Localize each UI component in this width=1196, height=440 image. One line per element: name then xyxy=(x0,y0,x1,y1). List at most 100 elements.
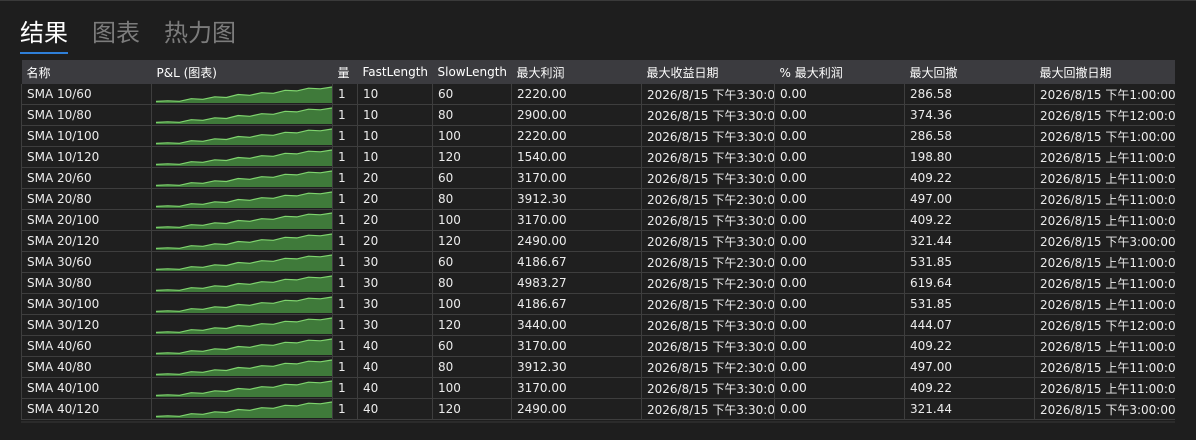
max-drawdown-date-cell: 2026/8/15 上午11:00:00 xyxy=(1034,251,1175,273)
name-cell: SMA 20/80 xyxy=(21,188,152,210)
table-row[interactable]: SMA 40/80 1 40 80 3912.30 2026/8/15 下午2:30:00… xyxy=(21,356,1175,378)
column-header-pnl-chart[interactable]: P&L (图表) xyxy=(151,60,333,84)
table-body: SMA 10/60 1 10 60 2220.00 2026/8/15 下午3:30:00… xyxy=(21,84,1175,420)
column-header-max-profit-date[interactable]: 最大收益日期 xyxy=(641,60,775,84)
quantity-cell: 1 xyxy=(332,167,358,189)
column-header-max-drawdown-date[interactable]: 最大回撤日期 xyxy=(1034,60,1175,84)
table-row[interactable]: SMA 40/60 1 40 60 3170.00 2026/8/15 下午3:30:00… xyxy=(21,335,1175,357)
results-grid[interactable]: 名称 P&L (图表) 量 FastLength SlowLength 最大利润… xyxy=(21,60,1175,423)
max-profit-date-cell: 2026/8/15 下午2:30:00 xyxy=(641,272,775,294)
max-profit-cell: 1540.00 xyxy=(511,146,642,168)
max-drawdown-cell: 286.58 xyxy=(904,125,1035,147)
max-drawdown-date-cell: 2026/8/15 上午11:00:00 xyxy=(1034,146,1175,168)
max-profit-cell: 2900.00 xyxy=(511,104,642,126)
max-profit-date-cell: 2026/8/15 下午2:30:00 xyxy=(641,251,775,273)
max-profit-cell: 3912.30 xyxy=(511,356,642,378)
pnl-sparkline-cell xyxy=(151,230,333,252)
max-drawdown-cell: 409.22 xyxy=(904,377,1035,399)
max-profit-cell: 4186.67 xyxy=(511,251,642,273)
quantity-cell: 1 xyxy=(332,104,358,126)
slow-length-cell: 60 xyxy=(432,251,512,273)
horizontal-scrollbar[interactable] xyxy=(21,421,1175,423)
max-drawdown-date-cell: 2026/8/15 下午12:00:00 xyxy=(1034,314,1175,336)
column-header-name[interactable]: 名称 xyxy=(21,60,152,84)
name-cell: SMA 40/80 xyxy=(21,356,152,378)
table-row[interactable]: SMA 30/60 1 30 60 4186.67 2026/8/15 下午2:30:00… xyxy=(21,251,1175,273)
table-row[interactable]: SMA 20/80 1 20 80 3912.30 2026/8/15 下午2:30:00… xyxy=(21,188,1175,210)
column-header-slow-length[interactable]: SlowLength xyxy=(432,60,512,84)
quantity-cell: 1 xyxy=(332,188,358,210)
max-profit-date-cell: 2026/8/15 下午2:30:00 xyxy=(641,293,775,315)
pnl-sparkline xyxy=(156,254,332,271)
pnl-sparkline-cell xyxy=(151,125,333,147)
max-profit-date-cell: 2026/8/15 下午3:30:00 xyxy=(641,398,775,420)
max-drawdown-cell: 531.85 xyxy=(904,293,1035,315)
column-header-fast-length[interactable]: FastLength xyxy=(357,60,433,84)
slow-length-cell: 100 xyxy=(432,293,512,315)
quantity-cell: 1 xyxy=(332,146,358,168)
max-drawdown-cell: 321.44 xyxy=(904,398,1035,420)
column-header-max-drawdown[interactable]: 最大回撤 xyxy=(904,60,1035,84)
max-profit-cell: 3170.00 xyxy=(511,377,642,399)
max-profit-percent-cell: 0.00 xyxy=(774,377,905,399)
fast-length-cell: 30 xyxy=(357,293,433,315)
table-row[interactable]: SMA 30/80 1 30 80 4983.27 2026/8/15 下午2:30:00… xyxy=(21,272,1175,294)
name-cell: SMA 40/120 xyxy=(21,398,152,420)
fast-length-cell: 20 xyxy=(357,209,433,231)
tab-chart[interactable]: 图表 xyxy=(92,16,140,56)
tab-results[interactable]: 结果 xyxy=(20,16,68,56)
quantity-cell: 1 xyxy=(332,209,358,231)
table-row[interactable]: SMA 20/120 1 20 120 2490.00 2026/8/15 下午3:30:… xyxy=(21,230,1175,252)
table-row[interactable]: SMA 20/60 1 20 60 3170.00 2026/8/15 下午3:30:00… xyxy=(21,167,1175,189)
name-cell: SMA 10/80 xyxy=(21,104,152,126)
max-profit-date-cell: 2026/8/15 下午3:30:00 xyxy=(641,314,775,336)
max-profit-cell: 3912.30 xyxy=(511,188,642,210)
table-row[interactable]: SMA 30/120 1 30 120 3440.00 2026/8/15 下午3:30:… xyxy=(21,314,1175,336)
max-profit-date-cell: 2026/8/15 下午2:30:00 xyxy=(641,356,775,378)
max-drawdown-cell: 198.80 xyxy=(904,146,1035,168)
slow-length-cell: 100 xyxy=(432,377,512,399)
slow-length-cell: 80 xyxy=(432,356,512,378)
name-cell: SMA 10/100 xyxy=(21,125,152,147)
table-row[interactable]: SMA 10/80 1 10 80 2900.00 2026/8/15 下午3:30:00… xyxy=(21,104,1175,126)
max-drawdown-date-cell: 2026/8/15 上午11:00:00 xyxy=(1034,188,1175,210)
table-row[interactable]: SMA 20/100 1 20 100 3170.00 2026/8/15 下午3:30:… xyxy=(21,209,1175,231)
max-profit-date-cell: 2026/8/15 下午3:30:00 xyxy=(641,377,775,399)
max-profit-date-cell: 2026/8/15 下午2:30:00 xyxy=(641,188,775,210)
slow-length-cell: 80 xyxy=(432,188,512,210)
name-cell: SMA 30/100 xyxy=(21,293,152,315)
pnl-sparkline xyxy=(156,359,332,376)
pnl-sparkline-cell xyxy=(151,84,333,105)
max-profit-percent-cell: 0.00 xyxy=(774,251,905,273)
column-header-max-profit-percent[interactable]: % 最大利润 xyxy=(774,60,905,84)
max-profit-cell: 2490.00 xyxy=(511,230,642,252)
max-profit-cell: 2220.00 xyxy=(511,84,642,105)
table-row[interactable]: SMA 40/100 1 40 100 3170.00 2026/8/15 下午3:30:… xyxy=(21,377,1175,399)
max-drawdown-cell: 531.85 xyxy=(904,251,1035,273)
pnl-sparkline xyxy=(156,191,332,208)
table-row[interactable]: SMA 10/100 1 10 100 2220.00 2026/8/15 下午3:30:… xyxy=(21,125,1175,147)
max-drawdown-date-cell: 2026/8/15 上午11:00:00 xyxy=(1034,377,1175,399)
max-profit-cell: 3440.00 xyxy=(511,314,642,336)
fast-length-cell: 10 xyxy=(357,146,433,168)
name-cell: SMA 30/60 xyxy=(21,251,152,273)
fast-length-cell: 40 xyxy=(357,335,433,357)
tab-heatmap[interactable]: 热力图 xyxy=(164,16,236,56)
name-cell: SMA 20/100 xyxy=(21,209,152,231)
fast-length-cell: 30 xyxy=(357,251,433,273)
fast-length-cell: 10 xyxy=(357,125,433,147)
table-row[interactable]: SMA 40/120 1 40 120 2490.00 2026/8/15 下午3:30:… xyxy=(21,398,1175,420)
column-header-max-profit[interactable]: 最大利润 xyxy=(511,60,642,84)
max-profit-percent-cell: 0.00 xyxy=(774,356,905,378)
max-profit-percent-cell: 0.00 xyxy=(774,272,905,294)
table-row[interactable]: SMA 10/60 1 10 60 2220.00 2026/8/15 下午3:30:00… xyxy=(21,84,1175,105)
table-row[interactable]: SMA 10/120 1 10 120 1540.00 2026/8/15 下午3:30:… xyxy=(21,146,1175,168)
table-row[interactable]: SMA 30/100 1 30 100 4186.67 2026/8/15 下午2:30:… xyxy=(21,293,1175,315)
max-drawdown-cell: 409.22 xyxy=(904,335,1035,357)
slow-length-cell: 60 xyxy=(432,84,512,105)
pnl-sparkline-cell xyxy=(151,272,333,294)
max-drawdown-cell: 286.58 xyxy=(904,84,1035,105)
column-header-quantity[interactable]: 量 xyxy=(332,60,358,84)
quantity-cell: 1 xyxy=(332,398,358,420)
fast-length-cell: 20 xyxy=(357,230,433,252)
